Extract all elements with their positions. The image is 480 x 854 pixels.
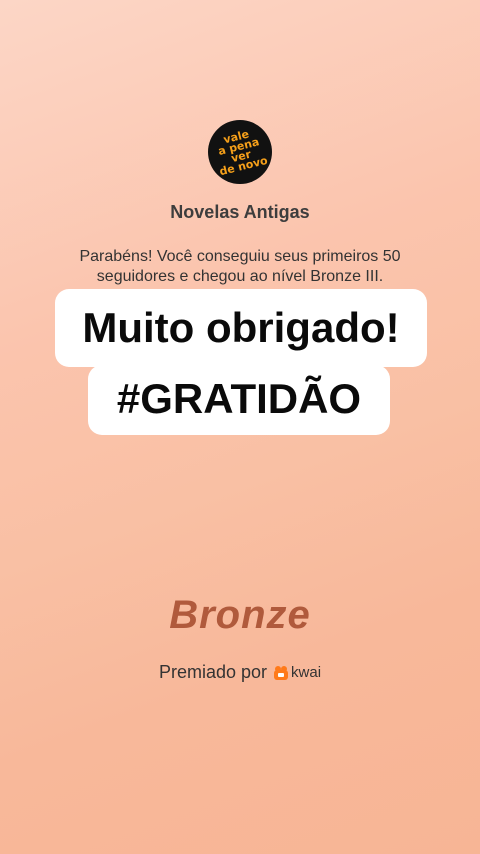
congrats-message: Parabéns! Você conseguiu seus primeiros … bbox=[79, 248, 401, 285]
sticker-text-thanks: Muito obrigado! bbox=[82, 304, 400, 351]
kwai-brand[interactable]: kwai bbox=[273, 664, 321, 681]
kwai-logo-icon bbox=[274, 665, 289, 680]
channel-logo[interactable]: vale a pena ver de novo bbox=[208, 120, 272, 184]
channel-name: Novelas Antigas bbox=[170, 202, 310, 222]
sticker-text-hashtag: #GRATIDÃO bbox=[116, 375, 362, 422]
achievement-screen: vale a pena ver de novo Novelas Antigas … bbox=[0, 0, 480, 854]
kwai-brand-label: kwai bbox=[291, 664, 322, 681]
logo-lettering: vale a pena ver de novo bbox=[216, 127, 269, 179]
level-badge-title: Bronze bbox=[169, 593, 311, 637]
awarded-by: Premiado por kwai bbox=[0, 662, 480, 683]
awarded-by-label: Premiado por bbox=[158, 662, 268, 682]
